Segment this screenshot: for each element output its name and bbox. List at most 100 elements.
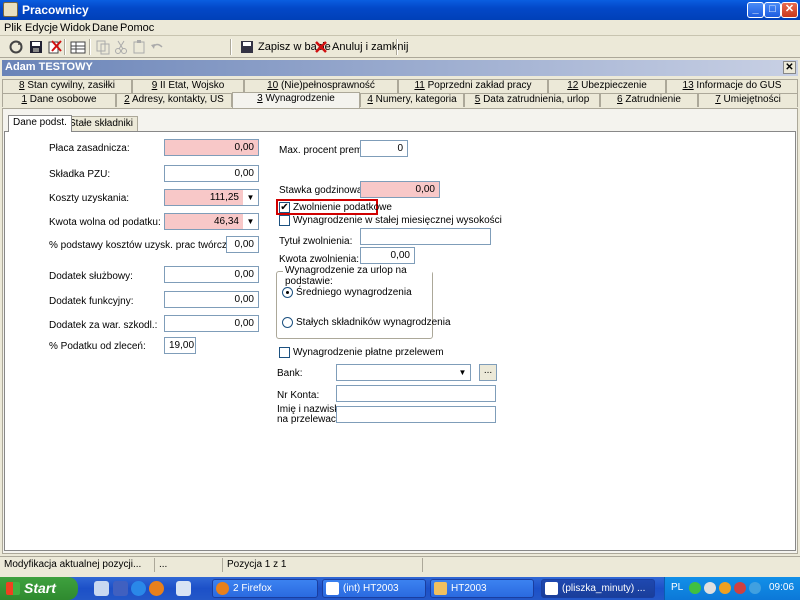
prace-tworcze-field[interactable]: 0,00 [226,236,259,253]
tytul-zwolnienia-field[interactable] [360,228,491,245]
menu-edycje[interactable]: Edycje [25,22,58,34]
clock: 09:06 [769,582,795,593]
menubar: Plik Edycje Widok Dane Pomoc [0,20,800,36]
taskbar-pliszka[interactable]: (pliszka_minuty) ... [541,579,655,598]
chevron-down-icon[interactable]: ▼ [243,190,258,205]
tray-messenger-icon[interactable] [749,582,761,594]
dodatek-funkcyjny-field[interactable]: 0,00 [164,291,259,308]
quicklaunch-ie-icon[interactable] [131,581,146,596]
menu-widok[interactable]: Widok [60,22,91,34]
close-button[interactable]: ✕ [781,2,798,18]
start-button[interactable]: Start [0,577,78,600]
grid-icon[interactable] [70,39,86,55]
tray-network-icon[interactable] [689,582,701,594]
tab-data-zatrudnienia[interactable]: 5 Data zatrudnienia, urlop [464,93,600,107]
kwota-wolna-combo[interactable]: 46,34 ▼ [164,213,259,230]
przelew-checkbox[interactable] [279,347,290,358]
urlop-group-title: Wynagrodzenie za urlop na podstawie: [283,265,432,287]
tray-update-icon[interactable] [719,582,731,594]
tab-numery-kategoria[interactable]: 4 Numery, kategoria [360,93,464,107]
status-dots: ... [155,558,223,572]
tray-volume-icon[interactable] [704,582,716,594]
nr-konta-field[interactable] [336,385,496,402]
employee-close-button[interactable]: ✕ [783,61,796,74]
ht-icon [326,582,339,595]
tab-ubezpieczenie[interactable]: 12 Ubezpieczenie [548,79,666,93]
max-premia-field[interactable]: 0 [360,140,408,157]
skladka-pzu-field[interactable]: 0,00 [164,165,259,182]
nr-konta-label: Nr Konta: [277,390,320,401]
bank-browse-button[interactable]: ... [479,364,497,381]
dodatek-sluzbowy-label: Dodatek służbowy: [49,271,133,282]
chevron-down-icon[interactable]: ▼ [243,214,258,229]
bank-combo[interactable]: ▼ [336,364,471,381]
tab-umiejetnosci[interactable]: 7 Umiejętności [698,93,798,107]
stala-wysokosc-checkbox[interactable] [279,215,290,226]
tab-stan-cywilny[interactable]: 8 Stan cywilny, zasiłki [2,79,132,93]
przelew-label: Wynagrodzenie płatne przelewem [293,347,444,358]
save-icon[interactable] [28,39,44,55]
app-icon [3,2,18,17]
max-premia-label: Max. procent premii: [279,145,370,156]
taskbar-ht2003-folder[interactable]: HT2003 [430,579,534,598]
undo-icon[interactable] [149,39,165,55]
tab-adresy-kontakty[interactable]: 2 Adresy, kontakty, US [116,93,232,107]
tab-ii-etat[interactable]: 9 II Etat, Wojsko [132,79,244,93]
placa-zasadnicza-field[interactable]: 0,00 [164,139,259,156]
podatek-zlecen-field[interactable]: 19,00 [164,337,196,354]
menu-dane[interactable]: Dane [92,22,118,34]
cancel-x-icon [314,40,328,60]
imie-nazwisko-field[interactable] [336,406,496,423]
tytul-zwolnienia-label: Tytuł zwolnienia: [279,236,353,247]
paste-icon[interactable] [131,39,147,55]
dodatek-szkodl-label: Dodatek za war. szkodl.: [49,320,158,331]
zwolnienie-label: Zwolnienie podatkowe [293,202,392,213]
copy-icon[interactable] [95,39,111,55]
kwota-wolna-value: 46,34 [213,216,239,227]
zwolnienie-checkbox[interactable]: ✔ [279,202,290,213]
stale-skladniki-radio[interactable] [282,317,293,328]
quicklaunch-media-icon[interactable] [113,581,128,596]
status-position: Pozycja 1 z 1 [223,558,423,572]
dodatek-sluzbowy-field[interactable]: 0,00 [164,266,259,283]
subtab-dane-podst[interactable]: Dane podst. [8,115,72,132]
start-label: Start [24,580,56,596]
menu-pomoc[interactable]: Pomoc [120,22,154,34]
taskbar-int-ht2003[interactable]: (int) HT2003 [322,579,426,598]
save-db-icon [240,40,254,60]
koszty-uzyskania-label: Koszty uzyskania: [49,193,130,204]
statusbar: Modyfikacja aktualnej pozycji... ... Poz… [0,556,800,572]
quicklaunch-firefox-icon[interactable] [149,581,164,596]
srednie-radio[interactable] [282,287,293,298]
system-tray: PL 09:06 [664,577,800,600]
tab-poprzedni-zaklad[interactable]: 11 Poprzedni zakład pracy [398,79,548,93]
status-message: Modyfikacja aktualnej pozycji... [0,558,155,572]
kwota-zwolnienia-field[interactable]: 0,00 [360,247,415,264]
maximize-button[interactable]: □ [764,2,781,18]
tray-security-icon[interactable] [734,582,746,594]
subtab-stale-skladniki[interactable]: Stałe składniki [64,116,138,131]
placa-zasadnicza-label: Płaca zasadnicza: [49,143,130,154]
koszty-uzyskania-combo[interactable]: 111,25 ▼ [164,189,259,206]
language-indicator[interactable]: PL [671,582,683,593]
stawka-godzinowa-field[interactable]: 0,00 [360,181,440,198]
window-titlebar: Pracownicy _ □ ✕ [0,0,800,20]
minimize-button[interactable]: _ [747,2,764,18]
chevron-down-icon[interactable]: ▼ [455,365,470,380]
srednie-label: Średniego wynagrodzenia [296,287,412,298]
stawka-godzinowa-label: Stawka godzinowa: [279,185,366,196]
delete-icon[interactable] [46,39,62,55]
tab-dane-osobowe[interactable]: 1 Dane osobowe [2,93,116,107]
tab-wynagrodzenie[interactable]: 3 Wynagrodzenie [232,92,360,108]
tab-informacje-gus[interactable]: 13 Informacje do GUS [666,79,798,93]
dodatek-szkodl-field[interactable]: 0,00 [164,315,259,332]
cut-icon[interactable] [113,39,129,55]
taskbar-firefox[interactable]: 2 Firefox [212,579,318,598]
quicklaunch-extra-icon[interactable] [176,581,191,596]
quicklaunch-desktop-icon[interactable] [94,581,109,596]
podatek-zlecen-label: % Podatku od zleceń: [49,341,146,352]
tab-zatrudnienie[interactable]: 6 Zatrudnienie [600,93,698,107]
menu-plik[interactable]: Plik [4,22,22,34]
tab-niepelnosprawnosc[interactable]: 10 (Nie)pełnosprawność [244,79,398,93]
refresh-icon[interactable] [8,39,24,55]
